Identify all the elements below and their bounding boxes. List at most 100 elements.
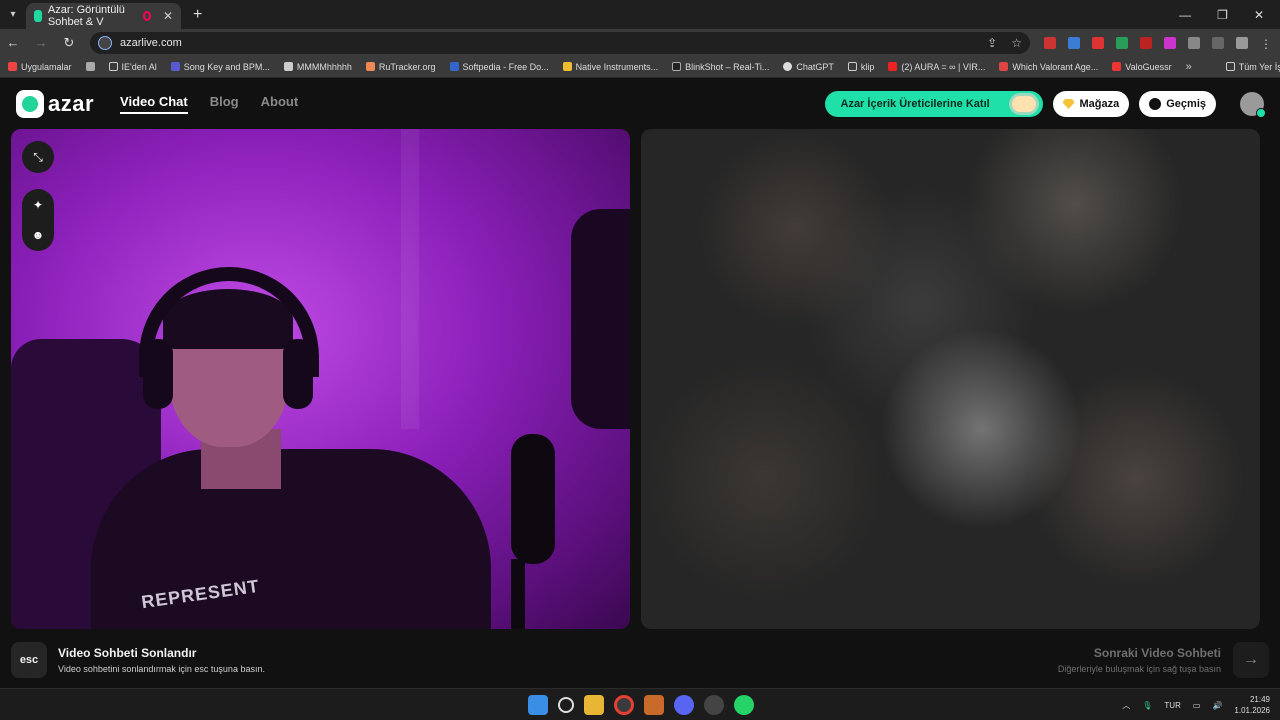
- start-icon[interactable]: [528, 695, 548, 715]
- face-filter-icon[interactable]: ☻: [31, 228, 45, 242]
- video-area: REPRESENT ⤡ ✦ ☻: [0, 129, 1280, 631]
- remote-video-blurred: [641, 129, 1260, 629]
- headphone-cup: [283, 339, 313, 409]
- gem-icon: [1062, 99, 1075, 109]
- end-chat-subtitle: Video sohbetini sonlandırmak için esc tu…: [58, 663, 265, 674]
- folder-icon: [847, 62, 857, 71]
- grid-icon: [85, 62, 95, 71]
- bookmark-item[interactable]: Native Instruments...: [562, 62, 658, 72]
- whatsapp-icon[interactable]: [734, 695, 754, 715]
- input-language[interactable]: TUR: [1164, 701, 1180, 710]
- bookmark-item[interactable]: BlinkShot – Real-Ti...: [672, 62, 769, 72]
- clock-time: 21:49: [1249, 695, 1270, 704]
- bookmark-item[interactable]: Uygulamalar: [8, 62, 72, 72]
- microphone: [511, 434, 555, 564]
- app-header: azar Video Chat Blog About Azar İçerik Ü…: [0, 79, 1280, 129]
- media-controls-icon[interactable]: [1212, 36, 1224, 49]
- main-nav: Video Chat Blog About: [120, 94, 298, 114]
- end-chat-title: Video Sohbeti Sonlandır: [58, 645, 197, 660]
- forward-icon[interactable]: →: [34, 35, 48, 50]
- hls-extension-icon[interactable]: [1140, 36, 1152, 49]
- reload-icon[interactable]: ↻: [62, 35, 76, 51]
- fl-studio-icon[interactable]: [644, 695, 664, 715]
- restore-icon[interactable]: ❐: [1217, 8, 1228, 22]
- tab-title: Azar: Görüntülü Sohbet & V: [47, 4, 125, 28]
- bookmarks-bar: Uygulamalar IE'den Al Song Key and BPM..…: [0, 56, 1280, 78]
- extensions-area: ⋮: [1044, 36, 1272, 51]
- azar-logo-icon: [16, 90, 44, 118]
- file-explorer-icon[interactable]: [584, 695, 604, 715]
- extension-icon[interactable]: [1092, 36, 1104, 49]
- puzzle-extensions-icon[interactable]: [1188, 36, 1200, 49]
- browser-menu-icon[interactable]: ⋮: [1260, 37, 1272, 51]
- chat-controls-bar: esc Video Sohbeti Sonlandır Video sohbet…: [0, 631, 1280, 688]
- app-icon[interactable]: [704, 695, 724, 715]
- sparkle-effects-icon[interactable]: ✦: [31, 198, 45, 212]
- apps-icon: [8, 62, 17, 71]
- esc-end-chat-button[interactable]: esc: [11, 641, 47, 678]
- shop-button[interactable]: Mağaza: [1052, 91, 1130, 117]
- tray-overflow-icon[interactable]: ︿: [1122, 700, 1130, 711]
- all-bookmarks[interactable]: Tüm Yer İşaretleri: [1225, 62, 1280, 72]
- nav-blog[interactable]: Blog: [210, 94, 239, 114]
- bookmark-star-icon[interactable]: ☆: [1011, 36, 1022, 50]
- bookmark-item[interactable]: ValoGuessr: [1112, 62, 1172, 72]
- microphone-tray-icon[interactable]: 🎙: [1142, 701, 1152, 710]
- join-creators-button[interactable]: Azar İçerik Üreticilerine Katıl: [824, 91, 1043, 117]
- azar-logo[interactable]: azar: [16, 90, 94, 118]
- bookmark-favicon-icon: [999, 62, 1009, 71]
- discord-icon[interactable]: [674, 695, 694, 715]
- address-bar[interactable]: azarlive.com ⇪ ☆: [90, 31, 1030, 54]
- chrome-icon[interactable]: [614, 695, 634, 715]
- bookmark-item[interactable]: Song Key and BPM...: [170, 62, 270, 72]
- profile-avatar-icon[interactable]: [1236, 36, 1248, 49]
- recording-icon: [143, 11, 151, 21]
- bookmark-favicon-icon: [1112, 62, 1122, 71]
- history-button[interactable]: Geçmiş: [1139, 91, 1216, 117]
- next-chat-arrow-icon[interactable]: →: [1233, 641, 1269, 678]
- new-tab-icon[interactable]: +: [193, 6, 202, 24]
- download-extension-icon[interactable]: [1116, 36, 1128, 49]
- volume-icon[interactable]: 🔊: [1212, 701, 1222, 710]
- site-info-icon[interactable]: [98, 35, 112, 50]
- translate-extension-icon[interactable]: [1068, 36, 1080, 49]
- bookmark-grid[interactable]: [85, 62, 95, 71]
- install-app-icon[interactable]: ⇪: [987, 36, 997, 50]
- microphone-arm: [511, 559, 525, 629]
- bookmark-item[interactable]: IE'den Al: [108, 62, 157, 72]
- window-close-icon[interactable]: ✕: [1254, 8, 1264, 22]
- shrink-icon[interactable]: ⤡: [31, 150, 45, 164]
- bookmark-favicon-icon: [365, 62, 375, 71]
- browser-tab[interactable]: Azar: Görüntülü Sohbet & V ✕: [26, 3, 181, 29]
- next-chat-title: Sonraki Video Sohbeti: [1093, 645, 1221, 660]
- bookmark-item[interactable]: ChatGPT: [783, 62, 834, 72]
- tab-close-icon[interactable]: ✕: [163, 9, 173, 23]
- search-icon[interactable]: [558, 697, 574, 713]
- next-chat-subtitle: Diğerleriyle buluşmak için sağ tuşa bası…: [1057, 663, 1221, 674]
- system-tray: ︿ 🎙 TUR ▭ 🔊 21:49 1.01.2026: [1122, 694, 1270, 716]
- minimize-icon[interactable]: —: [1179, 8, 1191, 22]
- back-icon[interactable]: ←: [6, 35, 20, 50]
- tab-search-icon[interactable]: ▾: [0, 9, 26, 20]
- local-video: REPRESENT ⤡ ✦ ☻: [11, 129, 630, 629]
- extension-icon[interactable]: [1044, 36, 1056, 49]
- bookmarks-overflow-icon[interactable]: »: [1186, 61, 1192, 73]
- bookmark-item[interactable]: Which Valorant Age...: [999, 62, 1098, 72]
- bookmark-item[interactable]: MMMMhhhhh: [283, 62, 352, 72]
- nav-video-chat[interactable]: Video Chat: [120, 94, 188, 114]
- azar-favicon-icon: [34, 10, 42, 22]
- end-chat-info: Video Sohbeti Sonlandır Video sohbetini …: [58, 646, 265, 674]
- extension-icon[interactable]: [1164, 36, 1176, 49]
- window-controls: — ❐ ✕: [1179, 8, 1280, 22]
- bookmark-item[interactable]: Softpedia - Free Do...: [449, 62, 549, 72]
- bookmark-item[interactable]: RuTracker.org: [365, 62, 436, 72]
- system-clock[interactable]: 21:49 1.01.2026: [1234, 694, 1270, 716]
- clock-date: 1.01.2026: [1234, 706, 1270, 715]
- user-avatar-icon[interactable]: [1240, 92, 1266, 118]
- bookmark-item[interactable]: klip: [847, 62, 874, 72]
- bookmark-item[interactable]: (2) AURA = ∞ | VIR...: [888, 62, 985, 72]
- creator-illustration-icon: [1008, 93, 1039, 115]
- nav-about[interactable]: About: [261, 94, 299, 114]
- effects-controls: ✦ ☻: [22, 189, 54, 251]
- network-icon[interactable]: ▭: [1193, 701, 1201, 710]
